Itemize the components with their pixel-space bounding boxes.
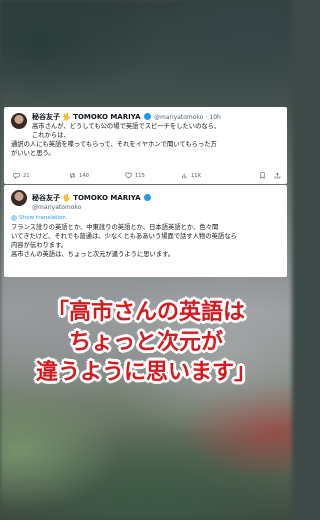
share-icon[interactable]: [274, 172, 281, 179]
bookmark-icon[interactable]: [259, 172, 266, 179]
tweet-card-2[interactable]: 秘谷友子 🖖 TOMOKO MARIYA @mariyatomoko Show …: [4, 185, 287, 277]
tweet-2-line-4: 高市さんの英語は、ちょっと次元が違うように思います。: [11, 251, 175, 258]
tweet-2-line-3: 内容が伝わります。: [11, 242, 68, 249]
author-name[interactable]: 秘谷友子: [32, 194, 60, 202]
heart-icon: [125, 172, 132, 179]
tweet-1-line-1: 高市さんが、どうしても公の場で英語でスピーチをしたいのなら、: [32, 123, 221, 130]
reply-count: 21: [23, 172, 30, 179]
like-button[interactable]: 115: [125, 172, 181, 179]
show-translation-link[interactable]: Show translation: [11, 215, 280, 221]
author-latin-name[interactable]: TOMOKO MARIYA: [73, 113, 140, 121]
tweet-1-text-cont: 通訳の人にも英語を喋ってもらって、それをイヤホンで聞いてもらった方 がいいと思う…: [11, 140, 280, 158]
tweet-1-text: 高市さんが、どうしても公の場で英語でスピーチをしたいのなら、 これからは、: [32, 122, 221, 140]
reply-button[interactable]: 21: [13, 172, 69, 179]
views-button[interactable]: 11K: [181, 172, 237, 179]
views-chart-icon: [182, 173, 187, 179]
tweet-2-line-2: いてきたけど、それでも普通は、少なくともああいう場面で話す人物の英語なら: [11, 233, 237, 240]
avatar[interactable]: [11, 190, 27, 206]
author-emoji: 🖖: [62, 193, 71, 202]
author-handle[interactable]: @mariyatomoko: [154, 114, 203, 121]
author-emoji: 🖖: [62, 113, 71, 121]
tweet-1-line-3: 通訳の人にも英語を喋ってもらって、それをイヤホンで聞いてもらった方: [11, 141, 217, 148]
tweet-1-author-line: 秘谷友子 🖖 TOMOKO MARIYA @mariyatomoko · 10h: [32, 113, 221, 122]
caption-line-2: ちょっと次元が: [68, 330, 223, 355]
show-translation-label: Show translation: [19, 215, 66, 221]
verified-badge-icon: [143, 113, 151, 120]
caption-line-1: 「高市さんの英語は: [46, 300, 245, 325]
avatar[interactable]: [11, 113, 27, 129]
repost-icon: [70, 172, 75, 179]
reply-icon: [13, 173, 20, 179]
tweet-2-author-line: 秘谷友子 🖖 TOMOKO MARIYA: [32, 193, 152, 203]
globe-icon: [11, 215, 17, 221]
tweet-time[interactable]: · 10h: [206, 114, 221, 121]
like-count: 115: [135, 172, 145, 179]
author-handle[interactable]: @mariyatomoko: [32, 204, 280, 211]
tweet-1-line-2: これからは、: [32, 132, 70, 139]
views-count: 11K: [191, 172, 202, 179]
tweet-2-text: フランス訛りの英語とか、中東訛りの英語とか、日本語英語とか、色々聞 いてきたけど…: [11, 223, 280, 259]
author-latin-name[interactable]: TOMOKO MARIYA: [73, 194, 140, 202]
repost-button[interactable]: 140: [69, 172, 125, 179]
tweet-1-actions: 21 140 115 11K: [13, 172, 281, 179]
tweet-1-header: 秘谷友子 🖖 TOMOKO MARIYA @mariyatomoko · 10h…: [11, 113, 280, 140]
verified-badge-icon: [143, 193, 151, 201]
tweet-1-line-4: がいいと思う。: [11, 150, 55, 157]
tweet-2-line-1: フランス訛りの英語とか、中東訛りの英語とか、日本語英語とか、色々聞: [11, 224, 219, 231]
repost-count: 140: [79, 172, 89, 179]
author-name[interactable]: 秘谷友子: [32, 113, 60, 121]
caption-line-3: 違うように思います」: [35, 360, 256, 385]
tweet-card-1[interactable]: 秘谷友子 🖖 TOMOKO MARIYA @mariyatomoko · 10h…: [4, 107, 287, 184]
